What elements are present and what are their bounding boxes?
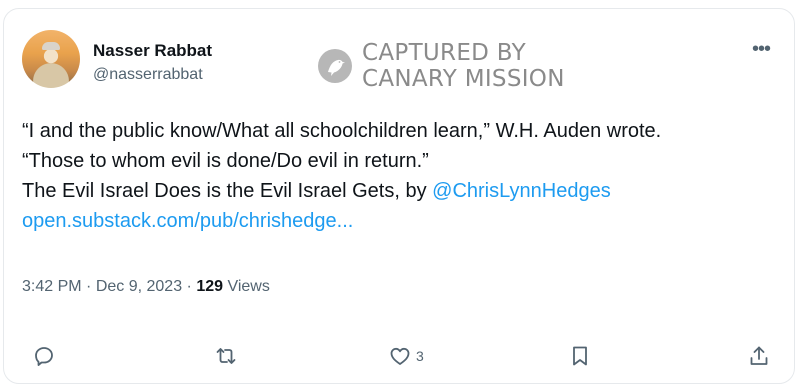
watermark-line-2: CANARY MISSION (362, 66, 565, 92)
reply-button[interactable] (32, 342, 56, 370)
canary-bird-logo-icon (318, 49, 352, 83)
tweet-text: “I and the public know/What all schoolch… (22, 116, 782, 236)
watermark-line-1: CAPTURED BY (362, 40, 526, 66)
tweet-line-1: “I and the public know/What all schoolch… (22, 120, 662, 142)
canary-mission-watermark: CAPTURED BY CANARY MISSION (318, 40, 565, 92)
retweet-icon (216, 348, 236, 364)
more-options-icon[interactable]: ••• (752, 38, 771, 61)
share-button[interactable] (747, 342, 771, 370)
like-count: 3 (416, 348, 424, 364)
action-bar: 3 (0, 342, 800, 372)
share-icon (750, 346, 768, 365)
tweet-date[interactable]: Dec 9, 2023 (96, 278, 182, 295)
bookmark-icon (573, 346, 587, 366)
article-link[interactable]: open.substack.com/pub/chrishedge... (22, 210, 353, 232)
avatar[interactable] (22, 30, 80, 88)
tweet-line-3-text: The Evil Israel Does is the Evil Israel … (22, 180, 433, 202)
tweet-line-4: open.substack.com/pub/chrishedge... (22, 206, 782, 236)
mention-link[interactable]: @ChrisLynnHedges (432, 180, 611, 202)
bookmark-button[interactable] (568, 342, 592, 370)
author-name[interactable]: Nasser Rabbat (93, 41, 212, 61)
reply-icon (35, 347, 53, 366)
views-label: Views (223, 278, 270, 295)
tweet-line-3: The Evil Israel Does is the Evil Israel … (22, 176, 782, 206)
meta-separator: · (182, 278, 197, 295)
tweet-line-2: “Those to whom evil is done/Do evil in r… (22, 150, 429, 172)
retweet-button[interactable] (214, 342, 238, 370)
author-handle[interactable]: @nasserrabbat (93, 66, 203, 84)
meta-separator: · (81, 278, 96, 295)
tweet-meta: 3:42 PM · Dec 9, 2023 · 129 Views (22, 278, 270, 296)
heart-icon (390, 347, 410, 365)
views-count: 129 (196, 278, 224, 295)
watermark-text: CAPTURED BY CANARY MISSION (362, 40, 565, 92)
tweet-time[interactable]: 3:42 PM (22, 278, 82, 295)
like-button[interactable]: 3 (388, 342, 424, 370)
